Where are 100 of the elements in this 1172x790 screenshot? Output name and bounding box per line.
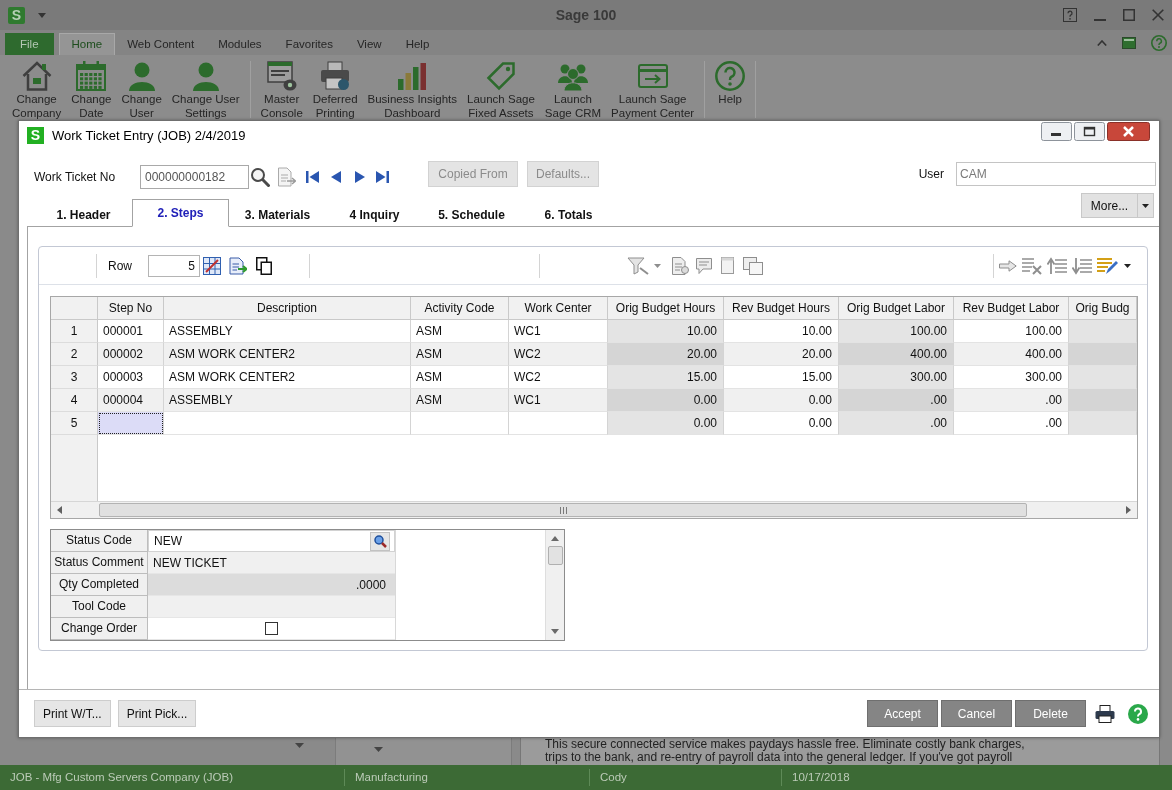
table-cell[interactable]: ASM WORK CENTER2 (164, 366, 411, 389)
menu-tab[interactable]: Modules (206, 33, 274, 55)
menu-tab[interactable]: View (344, 33, 394, 55)
help-icon[interactable] (1128, 703, 1148, 724)
table-icon[interactable] (203, 256, 221, 275)
accept-button[interactable]: Accept (867, 700, 938, 727)
input-field[interactable]: NEW (148, 530, 395, 552)
panel-icon[interactable] (1122, 36, 1136, 49)
rows-pencil-icon[interactable] (1097, 256, 1118, 275)
file-tab[interactable]: File (5, 33, 54, 55)
search-icon[interactable] (250, 166, 270, 187)
table-cell[interactable]: ASM (411, 389, 509, 412)
rows-cross-icon[interactable] (1022, 256, 1042, 275)
rows-arrow-down-icon[interactable] (1072, 256, 1092, 275)
ribbon-button[interactable]: Change User Settings (167, 61, 244, 118)
ribbon-button[interactable]: Change Date (67, 61, 116, 118)
table-cell[interactable]: 400.00 (954, 343, 1069, 366)
tab[interactable]: 3. Materials (229, 204, 326, 226)
delete-button[interactable]: Delete (1015, 700, 1086, 727)
speech-bubble-icon[interactable] (696, 257, 712, 274)
caret-up-icon[interactable] (1097, 39, 1107, 46)
caret-down-icon[interactable] (1142, 203, 1149, 208)
funnel-icon[interactable] (627, 256, 649, 275)
table-cell[interactable]: ASM (411, 320, 509, 343)
table-cell[interactable] (411, 412, 509, 435)
print-pick-button[interactable]: Print Pick... (117, 700, 197, 727)
next-icon[interactable] (355, 169, 365, 184)
table-cell[interactable]: WC1 (509, 320, 608, 343)
cancel-button[interactable]: Cancel (941, 700, 1012, 727)
caret-down-icon[interactable] (1124, 263, 1131, 268)
table-cell[interactable]: 15.00 (724, 366, 839, 389)
ribbon-button[interactable]: Change Company (8, 61, 66, 118)
document-icon[interactable] (671, 256, 689, 275)
table-cell[interactable]: ASSEMBLY (164, 320, 411, 343)
table-cell[interactable]: 20.00 (724, 343, 839, 366)
menu-tab[interactable]: Favorites (273, 33, 345, 55)
table-cell[interactable] (164, 412, 411, 435)
ribbon-button[interactable]: Deferred Printing (308, 61, 362, 118)
table-cell[interactable]: ASM (411, 366, 509, 389)
scroll-up-icon[interactable] (551, 536, 559, 541)
ribbon-button[interactable]: Launch Sage Fixed Assets (463, 61, 539, 118)
table-cell[interactable]: .00 (954, 412, 1069, 435)
close-icon[interactable] (1107, 122, 1150, 141)
minimize-icon[interactable] (1041, 122, 1072, 141)
scroll-right-icon[interactable] (1126, 506, 1131, 514)
search-icon[interactable] (370, 531, 390, 551)
table-cell[interactable]: WC2 (509, 366, 608, 389)
scroll-left-icon[interactable] (57, 506, 62, 514)
table-cell[interactable]: ASM (411, 343, 509, 366)
ribbon-button[interactable]: Change User (117, 61, 166, 118)
more-button[interactable]: More... (1081, 193, 1138, 218)
table-cell[interactable]: ASM WORK CENTER2 (164, 343, 411, 366)
table-cell[interactable]: WC2 (509, 343, 608, 366)
table-cell[interactable]: 0.00 (724, 389, 839, 412)
first-icon[interactable] (306, 169, 319, 184)
tab[interactable]: 1. Header (35, 204, 132, 226)
table-cell[interactable]: 100.00 (954, 320, 1069, 343)
table-cell[interactable]: .00 (954, 389, 1069, 412)
horizontal-scrollbar[interactable] (51, 501, 1137, 518)
table-cell[interactable]: WC1 (509, 389, 608, 412)
help-box-icon[interactable] (1063, 8, 1077, 22)
ribbon-button[interactable]: Help (711, 61, 750, 118)
ribbon-button[interactable]: Launch Sage Payment Center (607, 61, 699, 118)
table-cell[interactable]: 000003 (98, 366, 164, 389)
document-arrow-icon[interactable] (277, 166, 296, 187)
menu-tab[interactable]: Help (393, 33, 442, 55)
ribbon-button[interactable]: Master Console (256, 61, 307, 118)
input-field[interactable] (148, 596, 395, 618)
table-cell[interactable]: 10.00 (724, 320, 839, 343)
copy-icon[interactable] (256, 256, 272, 275)
rows-arrow-up-icon[interactable] (1047, 256, 1067, 275)
print-wt-button[interactable]: Print W/T... (34, 700, 111, 727)
tab[interactable]: 2. Steps (132, 199, 229, 227)
ribbon-button[interactable]: Launch Sage CRM (540, 61, 606, 118)
table-cell[interactable]: 300.00 (954, 366, 1069, 389)
table-cell[interactable] (509, 412, 608, 435)
tab[interactable]: 5. Schedule (423, 204, 520, 226)
ribbon-button[interactable]: Business Insights Dashboard (363, 61, 462, 118)
scrollbar-thumb[interactable] (99, 503, 1027, 517)
scroll-down-icon[interactable] (551, 629, 559, 634)
table-cell[interactable]: 000004 (98, 389, 164, 412)
ticket-number-field[interactable]: 000000000182 (140, 164, 249, 189)
restore-icon[interactable] (1123, 9, 1135, 21)
checkbox[interactable] (265, 622, 278, 635)
row-number-field[interactable]: 5 (148, 254, 200, 277)
previous-icon[interactable] (331, 169, 341, 184)
menu-tab[interactable]: Web Content (115, 33, 207, 55)
input-field[interactable]: NEW TICKET (148, 552, 395, 574)
last-icon[interactable] (376, 169, 389, 184)
table-cell[interactable]: 000002 (98, 343, 164, 366)
table-cell[interactable] (98, 412, 164, 435)
page-icon[interactable] (721, 257, 734, 274)
table-cell[interactable]: 0.00 (724, 412, 839, 435)
help-icon[interactable] (1151, 34, 1167, 51)
table-cell[interactable]: ASSEMBLY (164, 389, 411, 412)
arrow-right-icon[interactable] (999, 259, 1017, 272)
tab[interactable]: 6. Totals (520, 204, 617, 226)
document-arrow-icon[interactable] (229, 256, 247, 275)
maximize-icon[interactable] (1074, 122, 1105, 141)
printer-icon[interactable] (1095, 704, 1115, 723)
